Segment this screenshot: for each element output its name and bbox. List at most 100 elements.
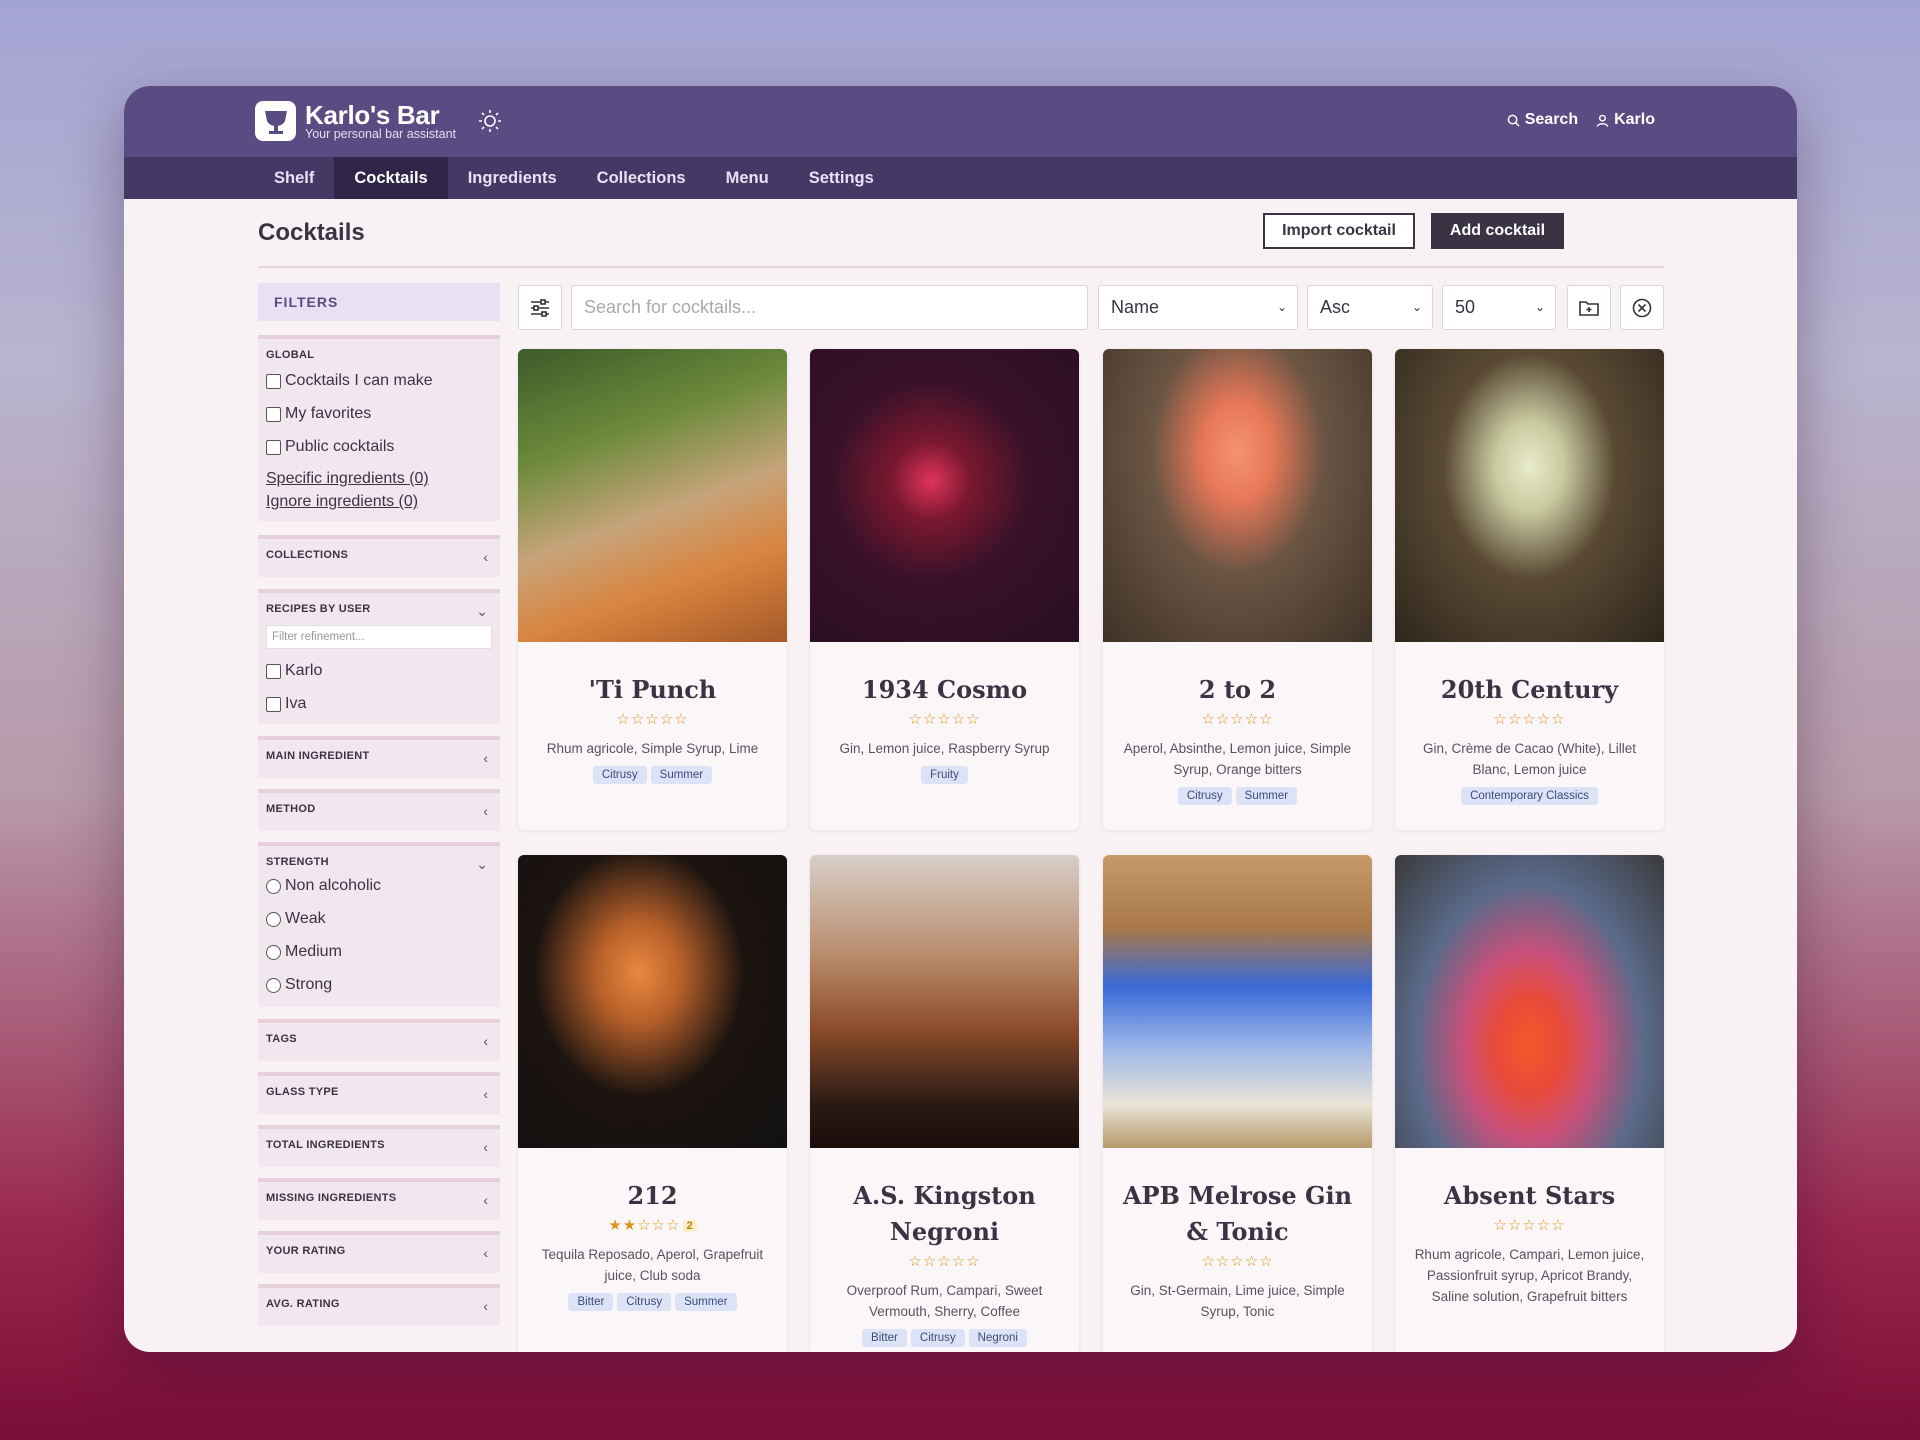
filter-user-karlo[interactable]: Karlo (266, 661, 492, 681)
chevron-left-icon: ‹ (483, 549, 488, 565)
filter-section-main-ingredient[interactable]: MAIN INGREDIENT ‹ (258, 736, 500, 778)
stars: ☆☆☆☆☆ (908, 711, 981, 728)
add-cocktail-button[interactable]: Add cocktail (1431, 213, 1564, 249)
sort-dir-value: Asc (1320, 297, 1351, 317)
cocktail-card[interactable]: 'Ti Punch ☆☆☆☆☆ Rhum agricole, Simple Sy… (518, 349, 787, 830)
section-title: MAIN INGREDIENT (266, 750, 370, 762)
specific-ingredients-link[interactable]: Specific ingredients (0) (266, 470, 492, 488)
chevron-left-icon: ‹ (483, 803, 488, 819)
theme-toggle-sun-icon[interactable] (477, 108, 503, 134)
refinement-input[interactable]: Filter refinement... (266, 625, 492, 649)
cocktail-card[interactable]: 20th Century ☆☆☆☆☆ Gin, Crème de Cacao (… (1395, 349, 1664, 830)
filter-section-collections[interactable]: COLLECTIONS ‹ (258, 535, 500, 577)
cocktail-ingredients: Gin, Crème de Cacao (White), Lillet Blan… (1422, 741, 1637, 777)
chevron-down-icon[interactable]: ⌄ (476, 603, 488, 620)
title-divider (258, 266, 1664, 268)
folder-plus-icon (1579, 300, 1599, 316)
radio[interactable] (266, 878, 281, 894)
clear-filters-button[interactable] (1620, 285, 1664, 330)
section-title: STRENGTH (266, 856, 329, 868)
filter-user-iva[interactable]: Iva (266, 694, 492, 714)
rating-stars: ☆☆☆☆☆ (1395, 710, 1664, 728)
cocktail-name: Absent Stars (1443, 1181, 1616, 1210)
filter-can-make[interactable]: Cocktails I can make (266, 371, 492, 391)
search-link[interactable]: Search (1507, 111, 1578, 129)
tab-menu[interactable]: Menu (706, 157, 789, 199)
tab-settings[interactable]: Settings (789, 157, 894, 199)
sort-direction-select[interactable]: Asc ⌄ (1307, 285, 1433, 330)
filter-section-glass-type[interactable]: GLASS TYPE ‹ (258, 1072, 500, 1114)
cocktail-card[interactable]: Absent Stars ☆☆☆☆☆ Rhum agricole, Campar… (1395, 855, 1664, 1352)
tab-shelf[interactable]: Shelf (254, 157, 334, 199)
close-circle-icon (1632, 298, 1652, 317)
bar-logo-icon[interactable] (255, 101, 296, 141)
option-label: Karlo (285, 662, 323, 679)
cocktail-name: APB Melrose Gin & Tonic (1122, 1181, 1353, 1246)
rating-stars: ☆☆☆☆☆ (1103, 1252, 1372, 1270)
checkbox[interactable] (266, 406, 281, 422)
tab-cocktails[interactable]: Cocktails (334, 157, 448, 199)
cocktail-card[interactable]: 212 ★★☆☆☆ 2 Tequila Reposado, Aperol, Gra… (518, 855, 787, 1352)
import-cocktail-button[interactable]: Import cocktail (1263, 213, 1415, 249)
cocktail-name: 1934 Cosmo (861, 675, 1028, 704)
chevron-down-icon[interactable]: ⌄ (476, 856, 488, 873)
filter-section-your-rating[interactable]: YOUR RATING ‹ (258, 1231, 500, 1273)
stars: ★★☆☆☆ (608, 1217, 681, 1234)
checkbox[interactable] (266, 439, 281, 455)
cocktail-image (1103, 349, 1372, 642)
tag: Bitter (862, 1329, 907, 1347)
cocktail-card[interactable]: A.S. Kingston Negroni ☆☆☆☆☆ Overproof Ru… (810, 855, 1079, 1352)
sliders-icon (531, 298, 549, 317)
tab-collections[interactable]: Collections (577, 157, 706, 199)
filter-section-method[interactable]: METHOD ‹ (258, 789, 500, 831)
chevron-left-icon: ‹ (483, 1245, 488, 1261)
chevron-left-icon: ‹ (483, 1192, 488, 1208)
cocktail-image (810, 349, 1079, 642)
cocktail-card[interactable]: 2 to 2 ☆☆☆☆☆ Aperol, Absinthe, Lemon jui… (1103, 349, 1372, 830)
checkbox[interactable] (266, 696, 281, 712)
tag: Citrusy (592, 766, 647, 784)
cocktail-search-input[interactable]: Search for cocktails... (571, 285, 1088, 330)
tag: Citrusy (617, 1293, 672, 1311)
strength-medium[interactable]: Medium (266, 942, 492, 962)
filter-favorites[interactable]: My favorites (266, 404, 492, 424)
filter-section-tags[interactable]: TAGS ‹ (258, 1019, 500, 1061)
filter-section-avg-rating[interactable]: AVG. RATING ‹ (258, 1284, 500, 1326)
tag-list: Bitter Citrusy Negroni (810, 1328, 1079, 1347)
cocktail-card[interactable]: APB Melrose Gin & Tonic ☆☆☆☆☆ Gin, St-Ge… (1103, 855, 1372, 1352)
chevron-left-icon: ‹ (483, 750, 488, 766)
radio[interactable] (266, 911, 281, 927)
cocktail-name: 'Ti Punch (588, 675, 717, 704)
rating-stars: ☆☆☆☆☆ (810, 710, 1079, 728)
cocktail-ingredients: Gin, Lemon juice, Raspberry Syrup (839, 741, 1050, 756)
checkbox[interactable] (266, 373, 281, 389)
rating-stars: ☆☆☆☆☆ (1395, 1216, 1664, 1234)
strength-weak[interactable]: Weak (266, 909, 492, 929)
sort-field-select[interactable]: Name ⌄ (1098, 285, 1298, 330)
radio[interactable] (266, 977, 281, 993)
tab-ingredients[interactable]: Ingredients (448, 157, 577, 199)
filter-section-missing-ingredients[interactable]: MISSING INGREDIENTS ‹ (258, 1178, 500, 1220)
radio[interactable] (266, 944, 281, 960)
caret-down-icon: ⌄ (1411, 300, 1422, 314)
tag: Citrusy (910, 1329, 965, 1347)
cocktail-name: 20th Century (1440, 675, 1619, 704)
rating-count-badge: 2 (682, 1220, 697, 1233)
strength-strong[interactable]: Strong (266, 975, 492, 995)
filter-section-strength: STRENGTH ⌄ Non alcoholic Weak Medium Str… (258, 842, 500, 1007)
per-page-select[interactable]: 50 ⌄ (1442, 285, 1556, 330)
stars: ☆☆☆☆☆ (1201, 711, 1274, 728)
cocktail-image (1395, 349, 1664, 642)
add-to-collection-button[interactable] (1567, 285, 1611, 330)
ignore-ingredients-link[interactable]: Ignore ingredients (0) (266, 493, 492, 511)
checkbox[interactable] (266, 663, 281, 679)
cocktail-card[interactable]: 1934 Cosmo ☆☆☆☆☆ Gin, Lemon juice, Raspb… (810, 349, 1079, 830)
section-title: YOUR RATING (266, 1245, 346, 1257)
filter-section-total-ingredients[interactable]: TOTAL INGREDIENTS ‹ (258, 1125, 500, 1167)
search-label: Search (1524, 111, 1579, 128)
tag: Summer (675, 1293, 737, 1311)
filter-public[interactable]: Public cocktails (266, 437, 492, 457)
user-menu[interactable]: Karlo (1596, 111, 1655, 129)
filters-toggle-button[interactable] (518, 285, 562, 330)
strength-non-alcoholic[interactable]: Non alcoholic (266, 876, 492, 896)
